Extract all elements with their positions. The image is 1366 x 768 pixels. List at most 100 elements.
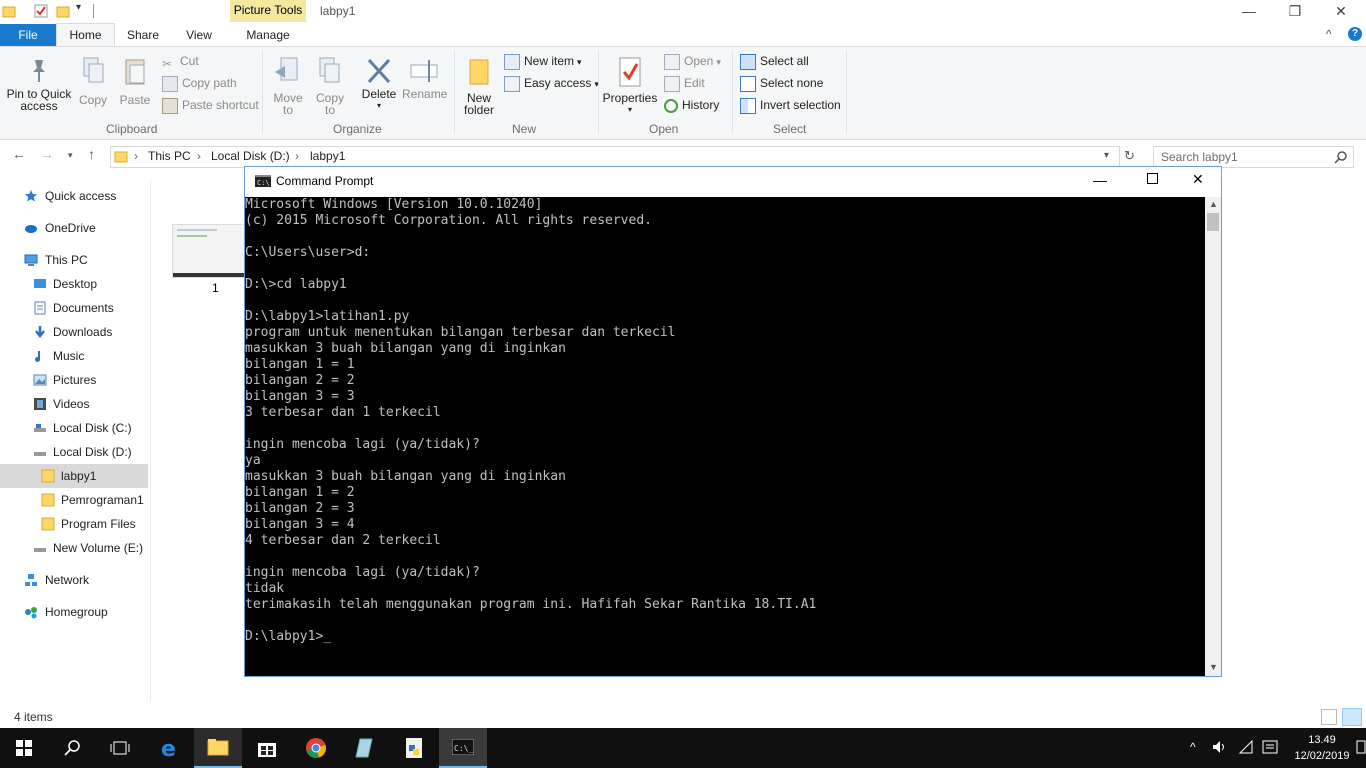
new-folder-quick-icon[interactable]	[56, 4, 70, 18]
open-button[interactable]: Open ▾	[664, 52, 721, 70]
show-hidden-icons[interactable]: ^	[1190, 740, 1196, 754]
search-taskbar-button[interactable]	[48, 728, 96, 768]
file-thumbnail[interactable]	[172, 224, 246, 278]
paste-shortcut-label: Paste shortcut	[182, 98, 259, 112]
cmd-title-bar[interactable]: C:\ Command Prompt — ✕	[245, 167, 1221, 197]
pin-to-quick-access-button[interactable]: Pin to Quick access	[4, 56, 74, 112]
drive-icon	[34, 452, 46, 456]
recent-locations-icon[interactable]: ▾	[68, 150, 73, 161]
clock[interactable]: 13.49 12/02/2019	[1292, 732, 1352, 764]
nav-item-pemrograman1[interactable]: Pemrograman1	[0, 488, 148, 512]
dropdown-arrow-icon: ▾	[716, 57, 721, 67]
paste-shortcut-button[interactable]: Paste shortcut	[162, 96, 259, 114]
new-item-button[interactable]: New item ▾	[504, 52, 582, 70]
breadcrumb-this-pc[interactable]: This PC	[148, 149, 191, 163]
minimize-button[interactable]: —	[1226, 0, 1272, 24]
move-to-button[interactable]: Move to	[268, 56, 308, 116]
tab-home[interactable]: Home	[56, 23, 115, 46]
file-name[interactable]: 1	[212, 281, 219, 295]
easy-access-button[interactable]: Easy access ▾	[504, 74, 599, 92]
nav-item-local-disk-c[interactable]: Local Disk (C:)	[0, 416, 148, 440]
download-icon	[35, 326, 45, 339]
nav-item-this-pc[interactable]: This PC	[0, 248, 148, 272]
breadcrumb-local-disk-d[interactable]: Local Disk (D:)	[211, 149, 290, 163]
rename-button[interactable]: Rename	[402, 56, 447, 100]
copy-path-button[interactable]: Copy path	[162, 74, 237, 92]
copy-to-button[interactable]: Copy to	[312, 56, 348, 116]
nav-item-homegroup[interactable]: Homegroup	[0, 600, 148, 624]
store-button[interactable]	[243, 728, 291, 768]
edge-button[interactable]: e	[145, 728, 193, 768]
scroll-thumb[interactable]	[1207, 213, 1219, 231]
nav-item-network[interactable]: Network	[0, 568, 148, 592]
notifications-icon[interactable]	[1356, 740, 1366, 756]
nav-label: Music	[53, 349, 85, 363]
cmd-scrollbar[interactable]: ▲ ▼	[1205, 197, 1221, 676]
network-status-icon[interactable]	[1238, 740, 1254, 754]
nav-item-labpy1[interactable]: labpy1	[0, 464, 148, 488]
delete-dropdown-icon: ▾	[376, 101, 381, 110]
nav-item-quick-access[interactable]: Quick access	[0, 184, 148, 208]
chrome-button[interactable]	[292, 728, 340, 768]
properties-button[interactable]: Properties ▾	[602, 56, 658, 116]
delete-button[interactable]: Delete ▾	[358, 56, 400, 112]
nav-item-new-volume-e[interactable]: New Volume (E:)	[0, 536, 148, 560]
nav-item-pictures[interactable]: Pictures	[0, 368, 148, 392]
paste-button[interactable]: Paste	[116, 56, 154, 106]
group-label-open: Open	[649, 122, 679, 136]
notepad-button[interactable]	[341, 728, 389, 768]
breadcrumb-labpy1[interactable]: labpy1	[310, 149, 345, 163]
tab-view[interactable]: View	[176, 24, 222, 46]
ime-icon[interactable]	[1262, 740, 1278, 754]
help-icon[interactable]: ?	[1348, 27, 1362, 41]
select-all-button[interactable]: Select all	[740, 52, 809, 70]
volume-icon[interactable]	[1212, 740, 1228, 754]
thumbnail-line	[177, 235, 207, 237]
up-arrow-icon[interactable]: ↑	[88, 146, 95, 162]
cmd-console[interactable]: Microsoft Windows [Version 10.0.10240] (…	[245, 197, 1205, 676]
cmd-minimize-button[interactable]: —	[1093, 172, 1107, 188]
invert-selection-button[interactable]: Invert selection	[740, 96, 841, 114]
nav-label: Videos	[53, 397, 90, 411]
close-button[interactable]: ✕	[1318, 0, 1364, 24]
videos-icon	[34, 398, 46, 410]
scroll-down-icon[interactable]: ▼	[1209, 662, 1218, 672]
cut-button[interactable]: ✂ Cut	[162, 52, 199, 71]
details-view-icon[interactable]	[1321, 709, 1337, 725]
customize-quick-access-icon[interactable]: ▾	[76, 2, 81, 13]
new-folder-button[interactable]: New folder	[458, 56, 500, 116]
task-view-button[interactable]	[96, 728, 144, 768]
tab-share[interactable]: Share	[118, 24, 168, 46]
history-label: History	[682, 98, 720, 112]
cmd-maximize-button[interactable]	[1147, 173, 1158, 184]
nav-item-downloads[interactable]: Downloads	[0, 320, 148, 344]
file-explorer-taskbar-button[interactable]	[194, 728, 242, 768]
maximize-button[interactable]: ❐	[1272, 0, 1318, 24]
start-button[interactable]	[0, 728, 48, 768]
scroll-up-icon[interactable]: ▲	[1209, 199, 1218, 209]
search-input[interactable]: Search labpy1	[1153, 146, 1354, 168]
cmd-close-button[interactable]: ✕	[1192, 171, 1204, 188]
collapse-ribbon-icon[interactable]: ^	[1326, 27, 1332, 41]
tab-manage[interactable]: Manage	[232, 24, 304, 46]
large-icons-view-icon[interactable]	[1342, 708, 1362, 726]
back-arrow-icon[interactable]: ←	[12, 146, 26, 162]
tab-file[interactable]: File	[0, 24, 56, 46]
nav-item-desktop[interactable]: Desktop	[0, 272, 148, 296]
nav-item-videos[interactable]: Videos	[0, 392, 148, 416]
command-prompt-taskbar-button[interactable]: C:\_	[439, 728, 487, 768]
edit-button[interactable]: Edit	[664, 74, 705, 92]
python-file-button[interactable]	[390, 728, 438, 768]
nav-item-local-disk-d[interactable]: Local Disk (D:)	[0, 440, 148, 464]
nav-item-program-files[interactable]: Program Files	[0, 512, 148, 536]
copy-button[interactable]: Copy	[74, 56, 112, 106]
properties-check-icon[interactable]	[34, 4, 48, 18]
history-button[interactable]: History	[664, 96, 719, 114]
nav-item-onedrive[interactable]: OneDrive	[0, 216, 148, 240]
nav-item-documents[interactable]: Documents	[0, 296, 148, 320]
nav-item-music[interactable]: Music	[0, 344, 148, 368]
address-dropdown-icon[interactable]: ▾	[1104, 150, 1109, 161]
select-none-button[interactable]: Select none	[740, 74, 823, 92]
refresh-icon[interactable]: ↻	[1124, 148, 1135, 164]
forward-arrow-icon[interactable]: →	[40, 146, 54, 162]
